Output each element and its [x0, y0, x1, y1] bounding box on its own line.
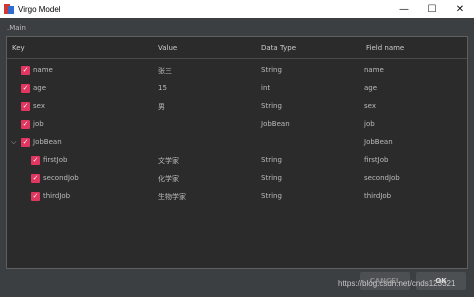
checkbox-checked[interactable]: ✓ [21, 84, 30, 93]
row-data-type[interactable]: int [261, 84, 270, 92]
table-row-group[interactable]: ⌵ ✓ JobBean JobBean [7, 134, 467, 152]
checkbox-checked[interactable]: ✓ [21, 102, 30, 111]
row-value[interactable]: 化学家 [158, 174, 179, 184]
row-value[interactable]: 15 [158, 84, 167, 92]
row-field-name[interactable]: firstJob [364, 156, 388, 164]
main-class-label: .Main [7, 24, 26, 32]
table-row[interactable]: ✓ age 15 int age [7, 80, 467, 98]
checkbox-checked[interactable]: ✓ [21, 66, 30, 75]
row-data-type[interactable]: String [261, 102, 282, 110]
row-data-type[interactable]: String [261, 156, 282, 164]
checkbox-checked[interactable]: ✓ [21, 138, 30, 147]
row-key: thirdJob [43, 192, 71, 200]
chevron-down-icon[interactable]: ⌵ [11, 138, 16, 147]
row-data-type[interactable]: String [261, 192, 282, 200]
table-row[interactable]: ✓ name 张三 String name [7, 62, 467, 80]
row-value[interactable]: 男 [158, 102, 165, 112]
row-field-name[interactable]: secondJob [364, 174, 400, 182]
table-row[interactable]: ✓ sex 男 String sex [7, 98, 467, 116]
watermark-text: https://blog.csdn.net/cnds123321 [338, 279, 456, 288]
row-field-name[interactable]: job [364, 120, 375, 128]
model-table: Key Value Data Type Field name ✓ name 张三… [6, 36, 468, 269]
row-field-name[interactable]: name [364, 66, 384, 74]
table-header: Key Value Data Type Field name [7, 37, 467, 59]
app-logo-icon [4, 4, 14, 14]
row-value[interactable]: 生物学家 [158, 192, 186, 202]
title-bar: Virgo Model — ☐ ✕ [0, 0, 474, 18]
row-key: age [33, 84, 47, 92]
row-key: sex [33, 102, 45, 110]
row-key: firstJob [43, 156, 68, 164]
close-button[interactable]: ✕ [446, 0, 474, 18]
row-data-type[interactable]: String [261, 66, 282, 74]
row-key: job [33, 120, 44, 128]
checkbox-checked[interactable]: ✓ [31, 156, 40, 165]
header-field-name[interactable]: Field name [366, 44, 404, 52]
row-field-name[interactable]: age [364, 84, 377, 92]
row-field-name[interactable]: sex [364, 102, 376, 110]
table-row[interactable]: ✓ job JobBean job [7, 116, 467, 134]
minimize-button[interactable]: — [390, 0, 418, 18]
row-field-name[interactable]: thirdJob [364, 192, 391, 200]
row-key: name [33, 66, 53, 74]
maximize-button[interactable]: ☐ [418, 0, 446, 18]
header-data-type[interactable]: Data Type [261, 44, 296, 52]
header-key[interactable]: Key [12, 44, 25, 52]
row-key: secondJob [43, 174, 79, 182]
table-row[interactable]: ✓ thirdJob 生物学家 String thirdJob [7, 188, 467, 206]
row-data-type[interactable]: JobBean [261, 120, 290, 128]
checkbox-checked[interactable]: ✓ [21, 120, 30, 129]
table-row[interactable]: ✓ secondJob 化学家 String secondJob [7, 170, 467, 188]
row-data-type[interactable]: String [261, 174, 282, 182]
row-key: JobBean [33, 138, 62, 146]
row-field-name[interactable]: JobBean [364, 138, 393, 146]
header-value[interactable]: Value [158, 44, 177, 52]
row-value[interactable]: 文学家 [158, 156, 179, 166]
checkbox-checked[interactable]: ✓ [31, 174, 40, 183]
row-value[interactable]: 张三 [158, 66, 172, 76]
table-row[interactable]: ✓ firstJob 文学家 String firstJob [7, 152, 467, 170]
checkbox-checked[interactable]: ✓ [31, 192, 40, 201]
window-title: Virgo Model [18, 4, 61, 14]
